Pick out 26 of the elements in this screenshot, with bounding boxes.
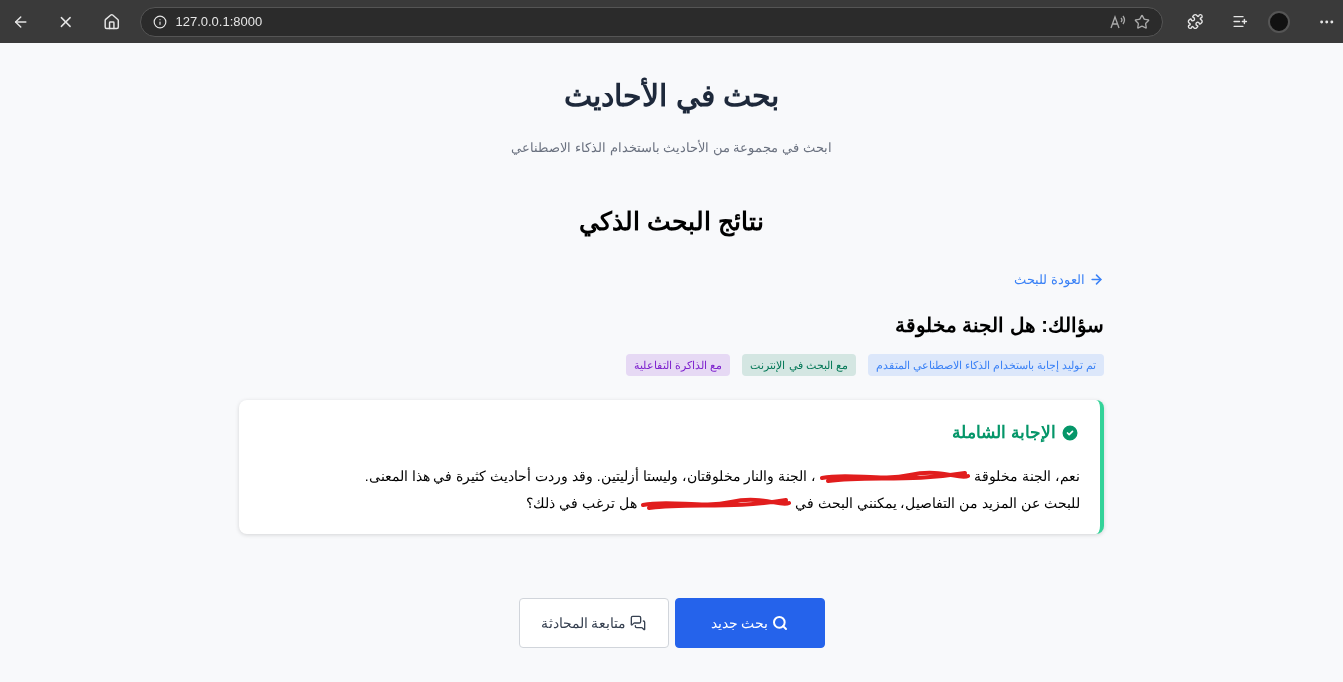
- chat-icon: [630, 614, 647, 631]
- answer-title: الإجابة الشاملة: [952, 422, 1056, 444]
- tag: تم توليد إجابة باستخدام الذكاء الاصطناعي المتقدم: [867, 353, 1104, 376]
- url-text: 127.0.0.1:8000: [175, 12, 264, 31]
- question-text: سؤالك: هل الجنة مخلوقة: [894, 312, 1104, 340]
- search-icon: [772, 614, 789, 631]
- answer-line: للبحث عن المزيد من التفاصيل، يمكنني البحث في هل ترغب في ذلك؟: [525, 493, 1080, 514]
- results-heading: نتائج البحث الذكي: [579, 205, 764, 239]
- favorites-icon[interactable]: [1231, 13, 1249, 30]
- extensions-icon[interactable]: [1187, 13, 1204, 30]
- tag: مع البحث في الإنترنت: [742, 353, 856, 376]
- page-subtitle: ابحث في مجموعة من الأحاديث باستخدام الذكاء الاصطناعي: [511, 139, 832, 158]
- continue-chat-button[interactable]: متابعة المحادثة: [518, 597, 669, 648]
- info-icon: [153, 14, 168, 29]
- check-circle-icon: [1060, 422, 1080, 443]
- page-title: بحث في الأحاديث: [564, 76, 779, 116]
- favorite-star-icon[interactable]: [1134, 13, 1150, 30]
- new-search-button[interactable]: بحث جديد: [674, 597, 825, 648]
- tag: مع الذاكرة التفاعلية: [626, 353, 731, 376]
- answer-line: نعم، الجنة مخلوقة ، الجنة والنار مخلوقتان، وليستا أزليتين. وقد وردت أحاديث كثيرة في هذا المعنى.: [363, 466, 1080, 487]
- address-bar[interactable]: 127.0.0.1:8000: [140, 6, 1163, 37]
- arrow-icon: [1089, 272, 1104, 288]
- home-icon[interactable]: [102, 12, 121, 31]
- profile-avatar[interactable]: [1268, 10, 1290, 33]
- read-aloud-icon[interactable]: [1110, 14, 1126, 29]
- back-link[interactable]: العودة للبحث: [1014, 270, 1104, 290]
